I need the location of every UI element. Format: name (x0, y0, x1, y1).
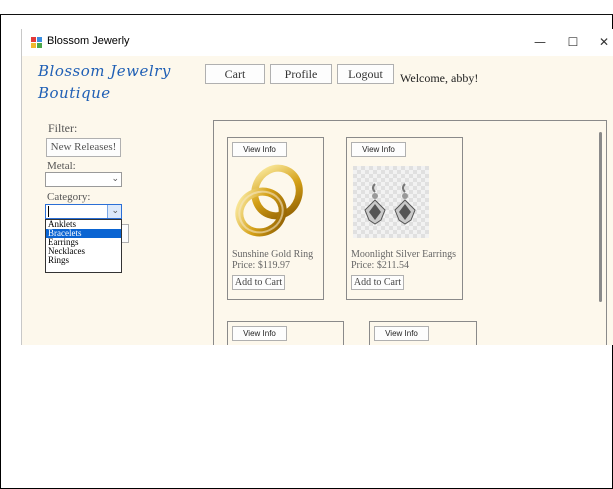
product-panel[interactable]: View Info Sunshine Gold Ring Price: $119… (213, 120, 607, 345)
app-window: Blossom Jewerly — ☐ ✕ Blossom Jewelry Bo… (21, 29, 613, 345)
metal-select[interactable]: ⌄ (45, 172, 122, 187)
product-card: View Info Moonlight Silver Earrings Pric… (346, 137, 463, 300)
category-select[interactable]: ⌄ (45, 204, 122, 219)
view-info-button[interactable]: View Info (232, 326, 287, 341)
app-icon (31, 37, 42, 48)
product-name: Sunshine Gold Ring (232, 249, 314, 260)
window-title: Blossom Jewerly (47, 35, 130, 47)
store-logo: Blossom Jewelry Boutique (38, 60, 171, 104)
close-button[interactable]: ✕ (590, 32, 613, 52)
text-caret (48, 206, 49, 217)
add-to-cart-button[interactable]: Add to Cart (351, 275, 404, 290)
new-releases-button[interactable]: New Releases! (46, 138, 121, 157)
metal-label: Metal: (47, 160, 76, 172)
profile-button[interactable]: Profile (270, 64, 332, 84)
product-price: Price: $119.97 (232, 260, 290, 271)
product-card: View Info Sunshine Gold Ring Price: $119… (227, 137, 324, 300)
cart-button[interactable]: Cart (205, 64, 265, 84)
product-card: View Info (369, 321, 477, 345)
title-bar: Blossom Jewerly — ☐ ✕ (22, 29, 613, 56)
vertical-scrollbar[interactable] (599, 132, 602, 302)
chevron-down-icon: ⌄ (111, 174, 119, 184)
silver-earrings-icon (353, 166, 429, 238)
logo-line-1: Blossom Jewelry (38, 62, 171, 80)
view-info-button[interactable]: View Info (374, 326, 429, 341)
category-option-rings[interactable]: Rings (46, 256, 121, 265)
chevron-down-icon: ⌄ (111, 206, 119, 216)
view-info-button[interactable]: View Info (232, 142, 287, 157)
category-label: Category: (47, 191, 91, 203)
maximize-button[interactable]: ☐ (559, 32, 587, 52)
logout-button[interactable]: Logout (337, 64, 394, 84)
product-price: Price: $211.54 (351, 260, 409, 271)
add-to-cart-button[interactable]: Add to Cart (232, 275, 285, 290)
logo-line-2: Boutique (38, 84, 111, 102)
welcome-message: Welcome, abby! (400, 71, 479, 85)
top-strip (0, 0, 613, 15)
filter-title: Filter: (48, 121, 78, 135)
minimize-button[interactable]: — (526, 32, 554, 52)
view-info-button[interactable]: View Info (351, 142, 406, 157)
category-dropdown-list[interactable]: Anklets Bracelets Earrings Necklaces Rin… (45, 219, 122, 273)
product-name: Moonlight Silver Earrings (351, 249, 456, 260)
gold-rings-icon (235, 164, 303, 237)
dropdown-button[interactable]: ⌄ (107, 205, 121, 218)
product-card: View Info (227, 321, 344, 345)
